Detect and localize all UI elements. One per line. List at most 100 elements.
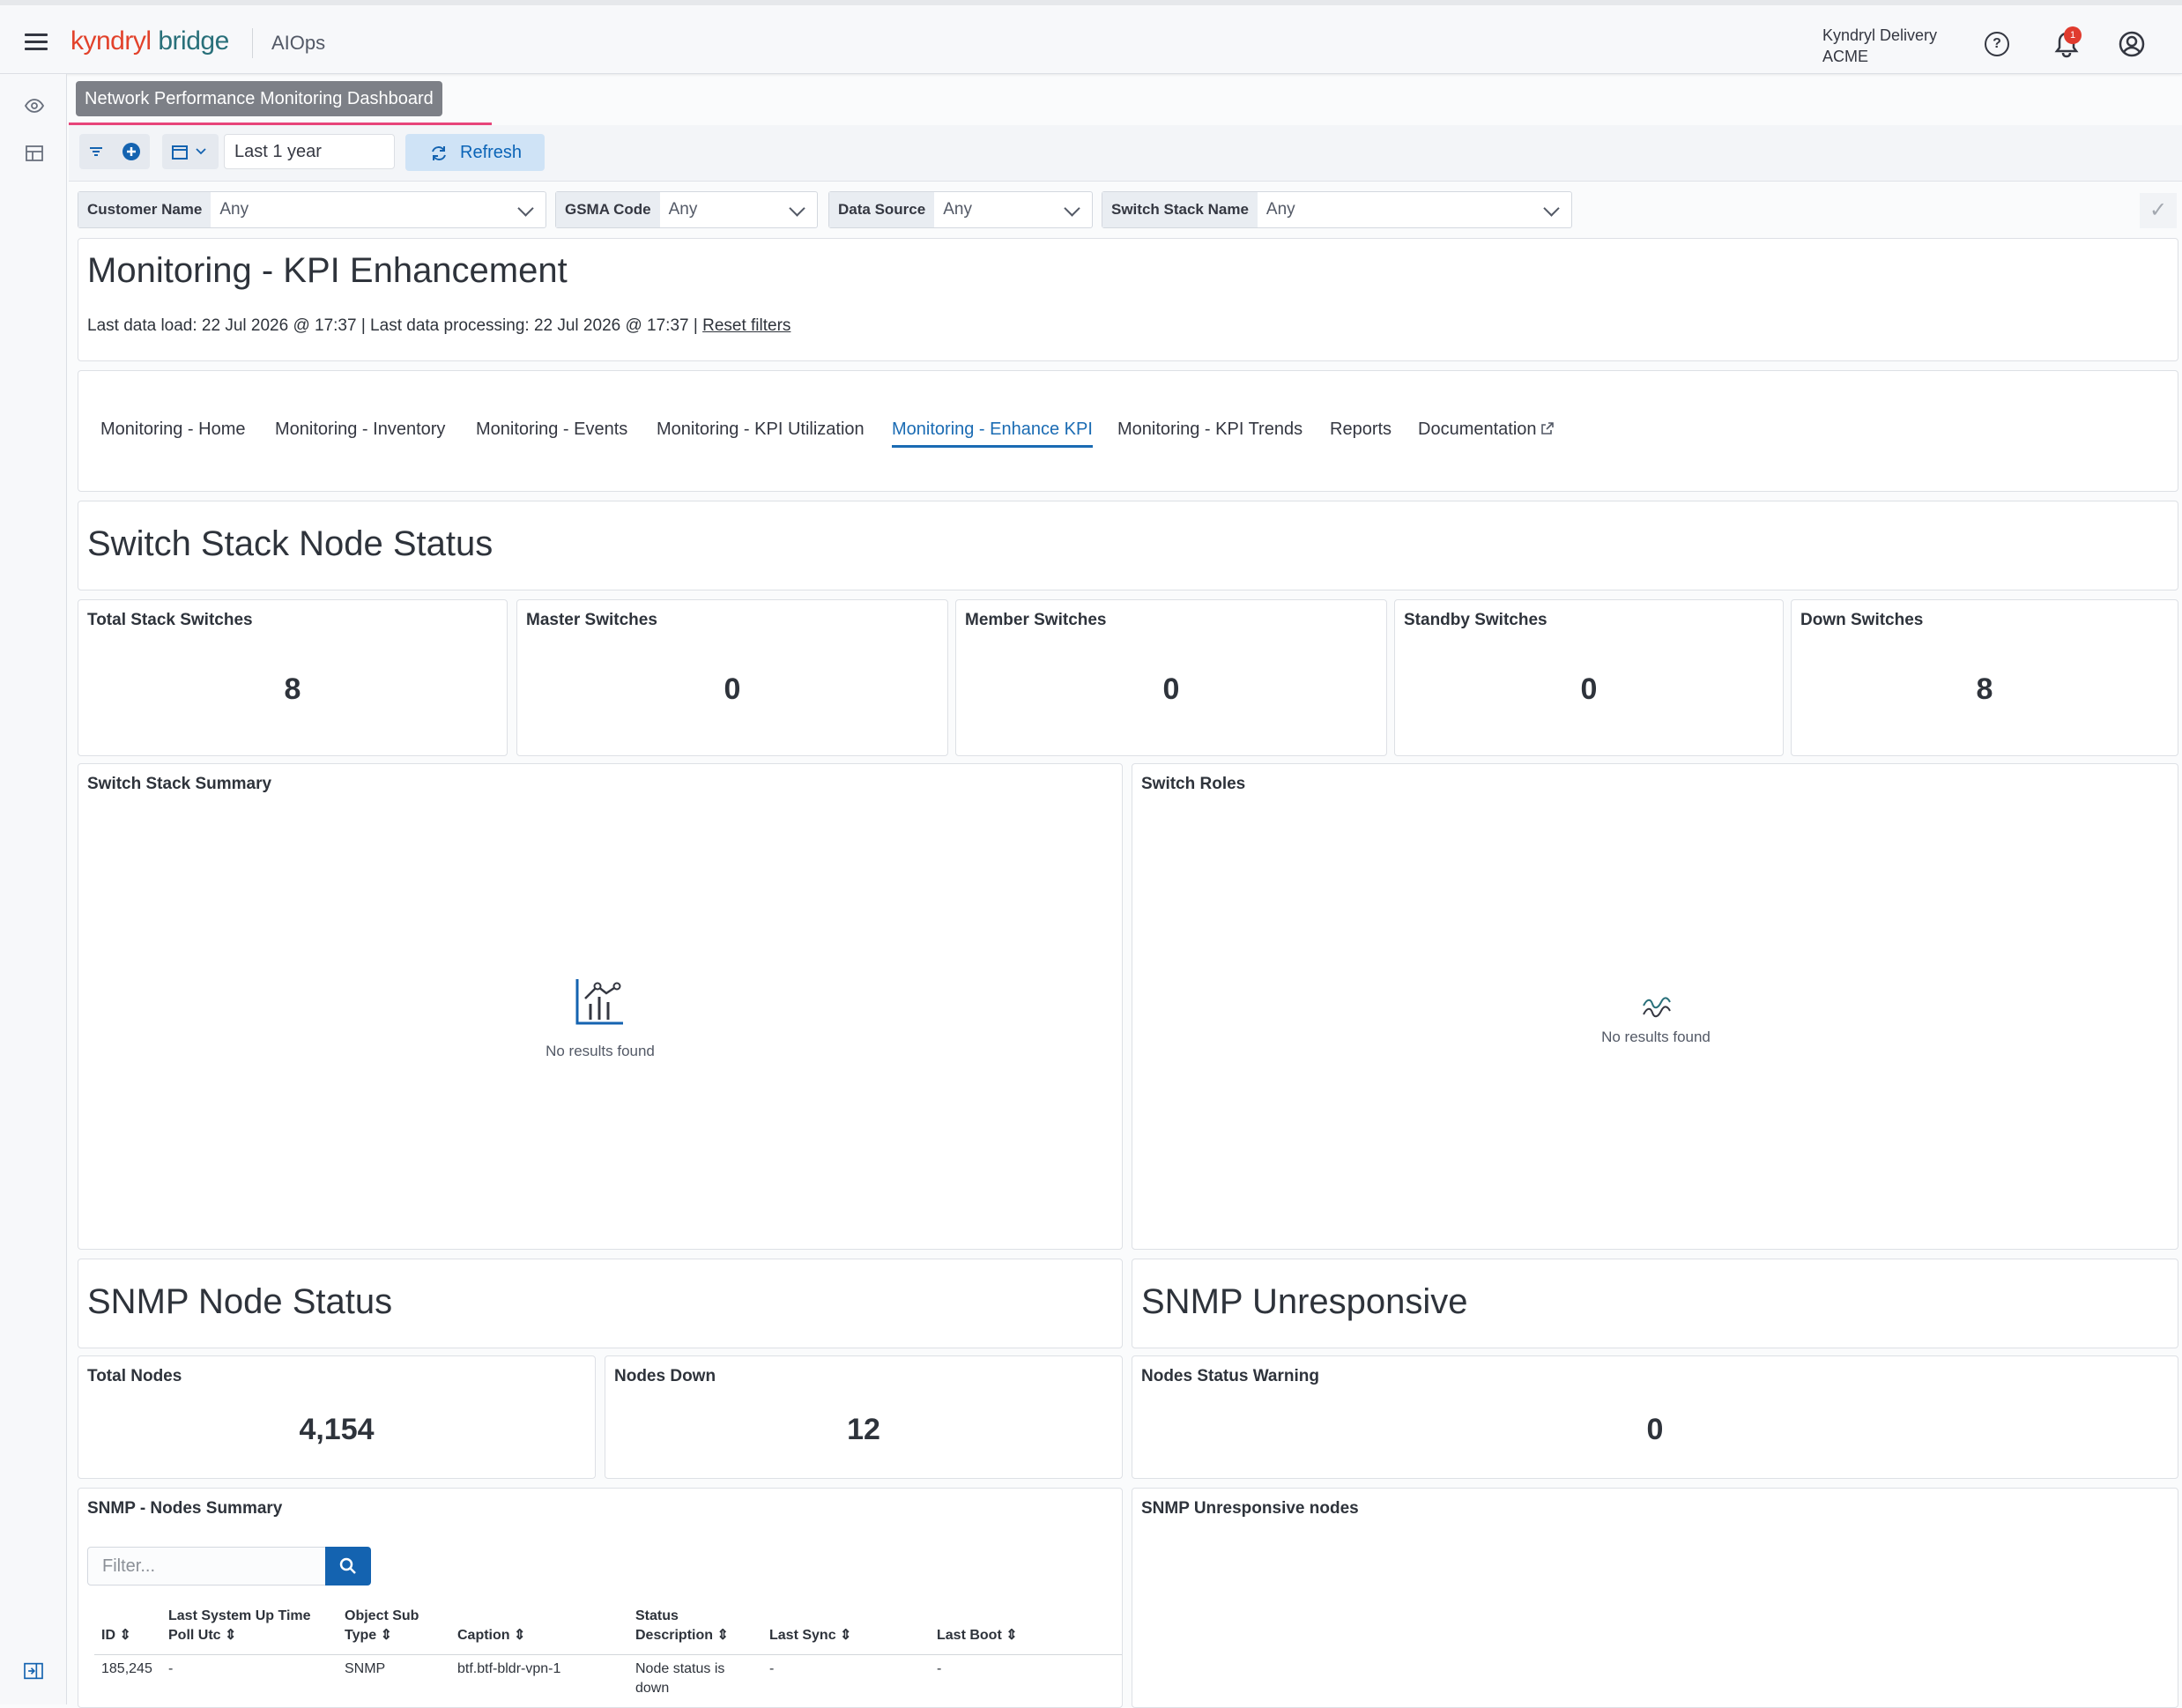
metric-value: 8 [284, 672, 301, 706]
top-bar: kyndryl bridge AIOps Kyndryl Delivery AC… [0, 0, 2182, 74]
switch-stack-section-header: Switch Stack Node Status [78, 501, 2178, 590]
notification-badge: 1 [2064, 26, 2082, 44]
metric-label: Total Nodes [87, 1367, 182, 1385]
date-picker-button[interactable] [162, 134, 219, 169]
column-header-caption[interactable]: Caption ⇕ [457, 1626, 525, 1645]
filter-label: Data Source [829, 192, 935, 227]
section-title: SNMP Node Status [87, 1282, 393, 1321]
chart-empty-icon [575, 979, 623, 1025]
page-header-panel: Monitoring - KPI Enhancement Last data l… [78, 238, 2178, 361]
user-icon[interactable] [2119, 31, 2145, 57]
org-account: Kyndryl Delivery [1822, 26, 1938, 44]
metric-value: 4,154 [299, 1413, 375, 1446]
help-icon[interactable]: ? [1985, 32, 2009, 56]
apply-filters-check-icon[interactable]: ✓ [2140, 193, 2177, 228]
panel-title: Switch Stack Summary [87, 775, 272, 793]
metric-label: Nodes Status Warning [1141, 1367, 1319, 1385]
snmp-node-status-header: SNMP Node Status [78, 1259, 1123, 1348]
switch-roles-panel: Switch Roles No results found [1132, 763, 2178, 1250]
gsma-code-filter[interactable]: GSMA Code Any [555, 191, 818, 228]
metric-label: Nodes Down [614, 1367, 716, 1385]
section-title: SNMP Unresponsive [1141, 1282, 1468, 1321]
tab-monitoring-inventory[interactable]: Monitoring - Inventory [275, 420, 445, 440]
filter-label: GSMA Code [556, 192, 660, 227]
tab-monitoring-kpi-trends[interactable]: Monitoring - KPI Trends [1117, 420, 1303, 440]
tab-monitoring-home[interactable]: Monitoring - Home [100, 420, 246, 440]
refresh-button[interactable]: Refresh [405, 134, 545, 171]
refresh-icon [432, 146, 446, 160]
cell-last-sync: - [769, 1661, 775, 1676]
metric-down-switches: Down Switches 8 [1791, 599, 2178, 756]
filter-controls [79, 134, 150, 169]
filter-value[interactable]: Any [1258, 192, 1571, 227]
panel-title: SNMP Unresponsive nodes [1141, 1499, 1359, 1518]
metric-label: Member Switches [965, 611, 1107, 629]
metric-value: 0 [724, 672, 741, 706]
column-header-last-boot[interactable]: Last Boot ⇕ [937, 1626, 1018, 1645]
org-customer: ACME [1822, 48, 1869, 65]
tab-monitoring-events[interactable]: Monitoring - Events [476, 420, 627, 440]
metric-total-nodes: Total Nodes 4,154 [78, 1355, 596, 1479]
filter-value[interactable]: Any [934, 192, 1092, 227]
cell-sub-type: SNMP [345, 1661, 386, 1676]
column-header-last-system-up-time[interactable]: Last System Up Time Poll Utc ⇕ [168, 1607, 311, 1645]
metric-member-switches: Member Switches 0 [955, 599, 1387, 756]
filter-value[interactable]: Any [660, 192, 817, 227]
expand-sidebar-icon[interactable] [21, 1662, 46, 1680]
filter-icon[interactable] [88, 145, 104, 159]
switch-stack-name-filter[interactable]: Switch Stack Name Any [1102, 191, 1572, 228]
metric-value: 0 [1162, 672, 1180, 706]
query-toolbar: Last 1 year Refresh [69, 125, 2182, 182]
no-results-text: No results found [1601, 1029, 1711, 1045]
add-filter-icon[interactable] [122, 142, 141, 161]
metric-nodes-status-warning: Nodes Status Warning 0 [1132, 1355, 2178, 1479]
snmp-unresponsive-header: SNMP Unresponsive [1132, 1259, 2178, 1348]
reset-filters-link[interactable]: Reset filters [702, 316, 790, 335]
table-filter-input[interactable]: Filter... [87, 1547, 327, 1585]
metric-value: 0 [1580, 672, 1598, 706]
column-header-status-description[interactable]: Status Description ⇕ [635, 1607, 729, 1645]
metric-standby-switches: Standby Switches 0 [1394, 599, 1784, 756]
panel-title: Switch Roles [1141, 775, 1246, 793]
app-name: AIOps [271, 32, 326, 54]
column-header-id[interactable]: ID ⇕ [101, 1626, 131, 1645]
column-header-object-sub-type[interactable]: Object Sub Type ⇕ [345, 1607, 419, 1645]
panel-title: SNMP - Nodes Summary [87, 1499, 283, 1518]
metric-label: Master Switches [526, 611, 657, 629]
table-header-divider [94, 1654, 1122, 1655]
tab-reports[interactable]: Reports [1330, 420, 1392, 440]
no-results-text: No results found [546, 1043, 655, 1059]
load-timestamps: Last data load: 22 Jul 2026 @ 17:37 | La… [87, 316, 698, 335]
hamburger-menu-icon[interactable] [25, 33, 48, 51]
filter-label: Customer Name [78, 192, 212, 227]
snmp-nodes-summary-panel: SNMP - Nodes Summary Filter... ID ⇕ Last… [78, 1488, 1123, 1708]
time-range-display[interactable]: Last 1 year [224, 134, 395, 169]
metric-value: 12 [847, 1413, 880, 1446]
data-load-info: Last data load: 22 Jul 2026 @ 17:37 | La… [87, 316, 790, 336]
metric-label: Standby Switches [1404, 611, 1547, 629]
tab-monitoring-kpi-utilization[interactable]: Monitoring - KPI Utilization [657, 420, 865, 440]
metric-label: Total Stack Switches [87, 611, 253, 629]
org-switcher[interactable]: Kyndryl Delivery ACME [1822, 25, 1937, 67]
tab-documentation-label: Documentation [1418, 420, 1537, 439]
section-title: Switch Stack Node Status [87, 524, 494, 563]
calendar-icon [172, 145, 188, 160]
search-button[interactable] [325, 1547, 371, 1585]
tab-documentation[interactable]: Documentation [1418, 420, 1554, 440]
metric-total-stack-switches: Total Stack Switches 8 [78, 599, 508, 756]
refresh-label: Refresh [460, 143, 523, 162]
metric-label: Down Switches [1800, 611, 1924, 629]
tab-monitoring-enhance-kpi[interactable]: Monitoring - Enhance KPI [892, 420, 1093, 448]
metric-value: 0 [1646, 1413, 1664, 1446]
search-icon [339, 1557, 356, 1574]
cell-id: 185,245 [101, 1661, 152, 1676]
metric-master-switches: Master Switches 0 [516, 599, 948, 756]
metric-value: 8 [1976, 672, 1993, 706]
data-source-filter[interactable]: Data Source Any [828, 191, 1093, 228]
column-header-last-sync[interactable]: Last Sync ⇕ [769, 1626, 851, 1645]
dashboard-grid-icon[interactable] [25, 145, 44, 162]
eye-icon[interactable] [25, 97, 44, 115]
customer-name-filter[interactable]: Customer Name Any [78, 191, 546, 228]
filter-value[interactable]: Any [211, 192, 546, 227]
kyndryl-bridge-logo[interactable]: kyndryl bridge [71, 26, 229, 56]
